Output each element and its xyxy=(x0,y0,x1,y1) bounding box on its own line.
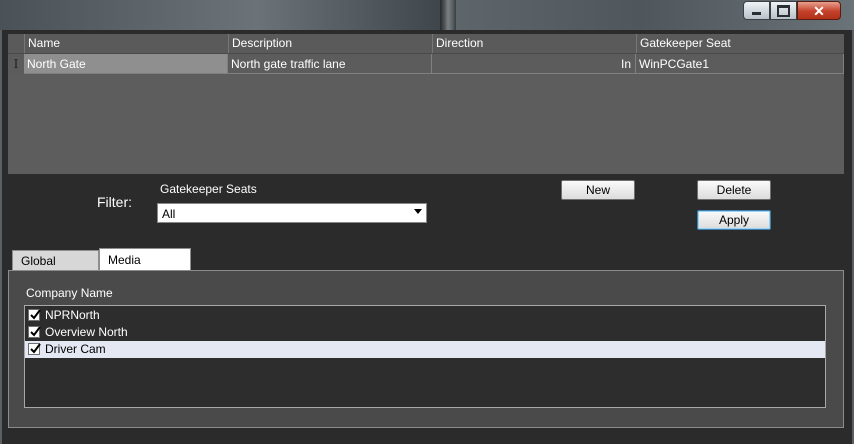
main-window: Name Description Direction Gatekeeper Se… xyxy=(0,30,854,444)
new-button[interactable]: New xyxy=(561,180,635,200)
checkbox[interactable] xyxy=(28,343,41,355)
column-header-direction[interactable]: Direction xyxy=(432,34,636,53)
grid-header: Name Description Direction Gatekeeper Se… xyxy=(8,34,844,54)
filter-label: Filter: xyxy=(97,194,132,210)
column-header-description[interactable]: Description xyxy=(228,34,432,53)
window-controls: ✕ xyxy=(743,1,841,20)
media-channels-panel: Company Name NPRNorth Overview North Dri… xyxy=(8,270,844,428)
lanes-grid[interactable]: Name Description Direction Gatekeeper Se… xyxy=(8,34,844,174)
maximize-icon xyxy=(777,4,790,17)
checkmark-icon xyxy=(30,326,41,337)
close-icon: ✕ xyxy=(813,2,825,19)
title-bar-decoration xyxy=(440,0,456,30)
checkmark-icon xyxy=(30,309,41,320)
list-item-label: NPRNorth xyxy=(45,308,100,322)
close-button[interactable]: ✕ xyxy=(797,1,841,20)
list-item[interactable]: Overview North xyxy=(25,324,825,341)
checkbox[interactable] xyxy=(28,326,41,338)
media-channel-list[interactable]: NPRNorth Overview North Driver Cam xyxy=(24,305,826,408)
cell-gatekeeper-seat[interactable]: WinPCGate1 xyxy=(636,54,844,74)
gatekeeper-seats-dropdown[interactable]: All xyxy=(157,203,427,223)
list-item-label: Driver Cam xyxy=(45,342,106,356)
chevron-down-icon[interactable] xyxy=(414,209,422,214)
list-item[interactable]: NPRNorth xyxy=(25,307,825,324)
column-header-name[interactable]: Name xyxy=(24,34,228,53)
checkmark-icon xyxy=(30,343,41,354)
checkbox[interactable] xyxy=(28,309,41,321)
minimize-icon xyxy=(752,12,761,15)
list-item[interactable]: Driver Cam xyxy=(25,341,825,358)
title-bar[interactable]: ✕ xyxy=(0,0,854,30)
cell-direction[interactable]: In xyxy=(432,54,636,74)
dropdown-selected-value: All xyxy=(162,207,176,221)
tab-global-settings[interactable]: Global settings xyxy=(12,250,99,288)
gatekeeper-seats-label: Gatekeeper Seats xyxy=(160,182,257,196)
tab-media-channels[interactable]: Media channels xyxy=(99,248,191,289)
minimize-button[interactable] xyxy=(743,1,770,20)
table-row[interactable]: I North Gate North gate traffic lane In … xyxy=(8,54,844,75)
company-name-label: Company Name xyxy=(26,286,113,300)
list-item-label: Overview North xyxy=(45,325,128,339)
cell-name[interactable]: North Gate xyxy=(24,54,228,74)
delete-button[interactable]: Delete xyxy=(697,180,771,200)
cell-description[interactable]: North gate traffic lane xyxy=(228,54,432,74)
apply-button[interactable]: Apply xyxy=(697,210,771,230)
row-header-edit-icon[interactable]: I xyxy=(8,54,24,74)
maximize-button[interactable] xyxy=(770,1,797,20)
column-header-gatekeeper-seat[interactable]: Gatekeeper Seat xyxy=(636,34,844,53)
